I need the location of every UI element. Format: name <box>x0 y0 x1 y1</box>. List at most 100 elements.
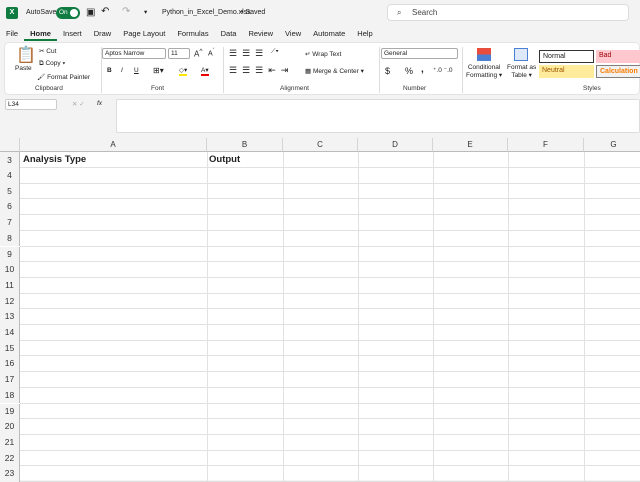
ribbon-tabs: File Home Insert Draw Page Layout Formul… <box>0 27 379 41</box>
paste-icon[interactable]: 📋 <box>16 45 36 65</box>
gridline <box>20 198 640 200</box>
column-header-c[interactable]: C <box>283 138 358 152</box>
row-header[interactable]: 16 <box>0 356 20 373</box>
conditional-formatting-button[interactable]: Conditional Formatting ▾ <box>466 64 502 79</box>
search-icon: ⌕ <box>397 8 402 17</box>
column-header-a[interactable]: A <box>20 138 207 152</box>
horizontal-align-icons[interactable]: ☰☰☰⇤⇥ <box>229 65 293 76</box>
currency-button[interactable]: $ <box>385 66 390 76</box>
row-header[interactable]: 13 <box>0 309 20 325</box>
row-header[interactable]: 15 <box>0 340 20 357</box>
tab-automate[interactable]: Automate <box>307 27 351 41</box>
fat-label2: Table <box>511 72 527 79</box>
tab-insert[interactable]: Insert <box>57 27 88 41</box>
increase-font-icon[interactable]: A^ <box>194 48 202 59</box>
decrease-font-icon[interactable]: Aˇ <box>208 48 215 57</box>
row-header[interactable]: 19 <box>0 403 20 420</box>
row-header[interactable]: 8 <box>0 230 20 247</box>
cell-a3[interactable]: Analysis Type <box>23 154 86 165</box>
tab-page-layout[interactable]: Page Layout <box>117 27 171 41</box>
search-box[interactable]: ⌕ Search <box>387 4 629 21</box>
decimal-buttons[interactable]: ⁺.0 ⁻.0 <box>433 66 453 74</box>
style-neutral[interactable]: Neutral <box>539 65 594 78</box>
formula-bar: L34 ✕ ✓ fx <box>0 97 640 135</box>
column-header-g[interactable]: G <box>584 138 640 152</box>
row-header[interactable]: 7 <box>0 215 20 231</box>
name-box[interactable]: L34 <box>5 99 57 110</box>
row-header[interactable]: 20 <box>0 419 20 435</box>
row-header[interactable]: 11 <box>0 277 20 294</box>
tab-help[interactable]: Help <box>351 27 378 41</box>
cut-button[interactable]: ✂ Cut <box>39 47 56 55</box>
save-status[interactable]: • Saved <box>241 9 265 16</box>
search-placeholder: Search <box>412 8 438 17</box>
comma-button[interactable]: , <box>421 64 424 75</box>
style-bad[interactable]: Bad <box>596 50 640 63</box>
vertical-align-icons[interactable]: ☰☰☰ <box>229 48 268 59</box>
column-header-f[interactable]: F <box>508 138 584 152</box>
italic-button[interactable]: I <box>121 67 123 74</box>
percent-button[interactable]: % <box>405 66 413 76</box>
row-header[interactable]: 6 <box>0 199 20 216</box>
formula-input[interactable] <box>116 99 640 133</box>
row-header[interactable]: 14 <box>0 325 20 341</box>
row-header[interactable]: 5 <box>0 183 20 200</box>
gridline <box>20 355 640 357</box>
wrap-text-button[interactable]: ↵ Wrap Text <box>305 50 341 58</box>
bold-button[interactable]: B <box>107 67 112 74</box>
copy-button[interactable]: ⧉ Copy ▾ <box>39 60 65 68</box>
cancel-confirm-icons[interactable]: ✕ ✓ <box>72 100 85 108</box>
row-header[interactable]: 21 <box>0 434 20 451</box>
tab-draw[interactable]: Draw <box>88 27 118 41</box>
column-header-e[interactable]: E <box>433 138 508 152</box>
gridline <box>20 276 640 278</box>
tab-view[interactable]: View <box>279 27 307 41</box>
tab-data[interactable]: Data <box>215 27 243 41</box>
format-as-table-button[interactable]: Format as Table ▾ <box>507 64 536 79</box>
gridline <box>20 418 640 420</box>
fill-color-icon[interactable]: ◇▾ <box>179 66 188 76</box>
tab-file[interactable]: File <box>0 27 24 41</box>
tab-formulas[interactable]: Formulas <box>171 27 214 41</box>
row-header[interactable]: 22 <box>0 450 20 467</box>
column-header-d[interactable]: D <box>358 138 433 152</box>
save-icon[interactable]: ▣ <box>86 7 95 18</box>
row-header[interactable]: 10 <box>0 262 20 278</box>
style-normal[interactable]: Normal <box>539 50 594 63</box>
row-header[interactable]: 3 <box>0 152 20 168</box>
orientation-icon[interactable]: ⟋▾ <box>271 48 279 56</box>
gridline <box>20 229 640 231</box>
format-as-table-icon[interactable] <box>514 48 528 61</box>
autosave-toggle[interactable]: On <box>56 7 80 19</box>
file-name: Python_in_Excel_Demo.xlsx <box>162 9 251 16</box>
fat-label: Format as <box>507 64 537 71</box>
row-header[interactable]: 18 <box>0 387 20 404</box>
underline-button[interactable]: U <box>134 67 139 74</box>
font-size-select[interactable]: 11 <box>168 48 190 59</box>
tab-review[interactable]: Review <box>242 27 279 41</box>
column-header-b[interactable]: B <box>207 138 283 152</box>
font-color-icon[interactable]: A▾ <box>201 66 209 76</box>
cell-b3[interactable]: Output <box>209 154 240 165</box>
undo-icon[interactable]: ↶ <box>101 6 109 17</box>
format-painter-button[interactable]: 🖌 Format Painter <box>37 73 90 81</box>
row-header[interactable]: 17 <box>0 372 20 388</box>
customize-qat-icon[interactable]: ▾ <box>144 8 147 16</box>
row-header[interactable]: 9 <box>0 246 20 263</box>
conditional-formatting-icon[interactable] <box>477 48 491 61</box>
insert-function-icon[interactable]: fx <box>97 100 102 107</box>
borders-icon[interactable]: ⊞▾ <box>153 66 164 75</box>
font-name-select[interactable]: Aptos Narrow <box>102 48 166 59</box>
redo-icon[interactable]: ↷ <box>122 6 130 17</box>
row-header[interactable]: 4 <box>0 168 20 184</box>
tab-home[interactable]: Home <box>24 27 57 41</box>
style-calculation[interactable]: Calculation <box>596 65 640 78</box>
wrap-text-label: Wrap Text <box>312 51 342 58</box>
gridline <box>20 214 640 216</box>
merge-center-button[interactable]: ▦ Merge & Center ▾ <box>305 67 364 75</box>
select-all-corner[interactable] <box>0 138 20 152</box>
alignment-group-label: Alignment <box>280 85 309 92</box>
row-header[interactable]: 12 <box>0 293 20 310</box>
paste-button[interactable]: Paste <box>15 65 32 72</box>
number-format-select[interactable]: General <box>381 48 458 59</box>
